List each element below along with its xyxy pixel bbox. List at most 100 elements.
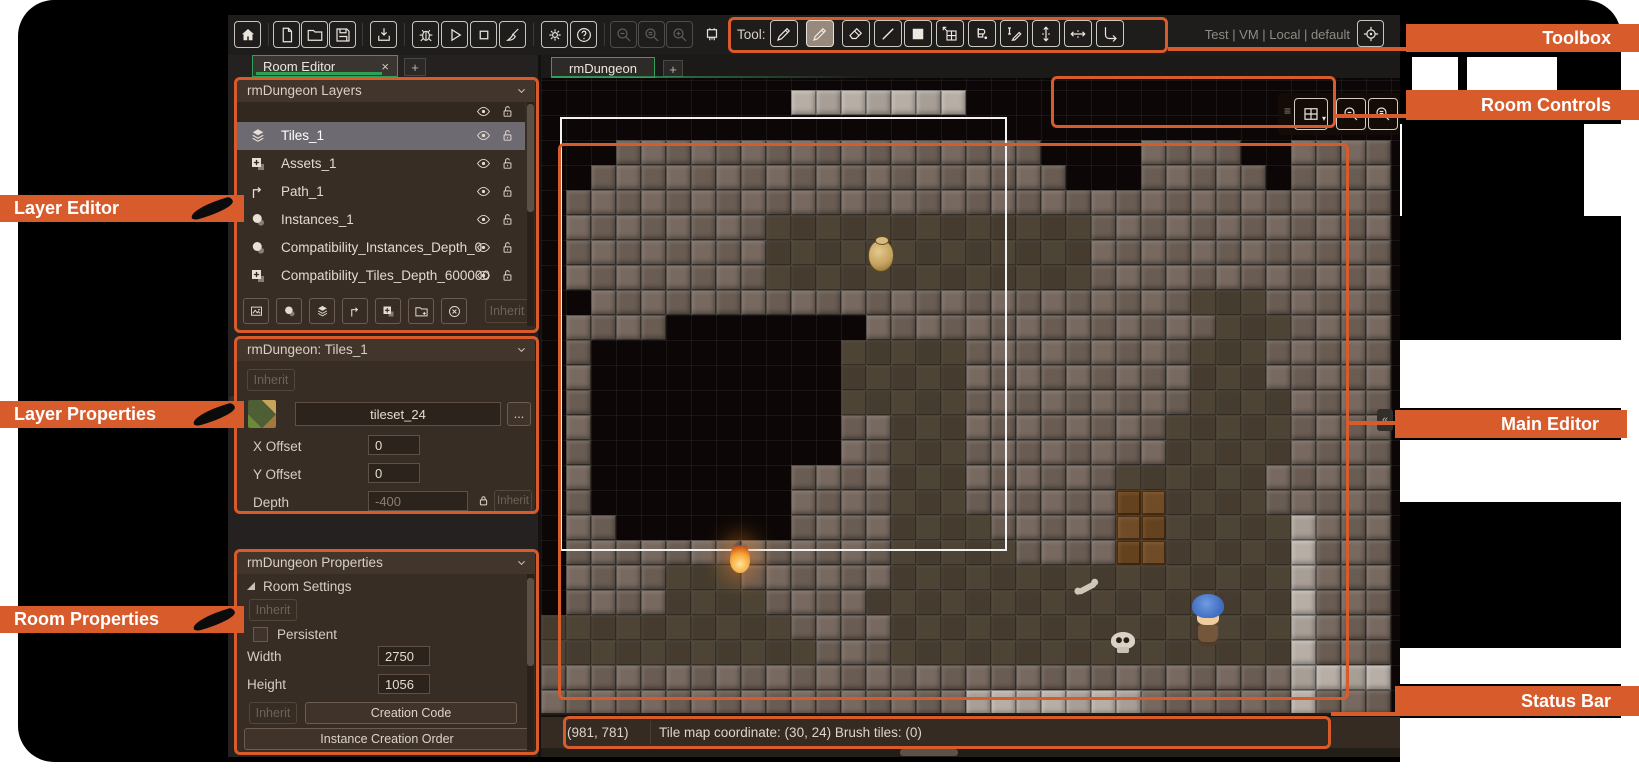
eye-icon[interactable] <box>476 240 491 255</box>
eye-icon[interactable] <box>476 268 491 283</box>
expand-triangle-icon[interactable] <box>247 582 255 590</box>
eye-icon[interactable] <box>476 128 491 143</box>
add-instance-layer-button[interactable] <box>276 298 302 324</box>
eye-icon[interactable] <box>476 184 491 199</box>
height-input[interactable]: 1056 <box>378 674 430 694</box>
grid-options-button[interactable]: ▾ <box>1294 98 1328 130</box>
rectangle-tool[interactable] <box>904 20 932 47</box>
target-manager-button[interactable] <box>1357 20 1384 47</box>
lock-open-icon[interactable] <box>500 184 515 199</box>
tile <box>741 690 766 713</box>
zoom-reset-button[interactable] <box>638 21 665 48</box>
layer-row-compat-tiles[interactable]: Compatibility_Tiles_Depth_600000 <box>237 262 525 290</box>
selection-pencil-tool[interactable] <box>770 20 798 47</box>
home-button[interactable] <box>234 21 261 48</box>
lock-open-icon[interactable] <box>500 156 515 171</box>
fill-tool[interactable] <box>968 20 996 47</box>
creation-code-button[interactable]: Creation Code <box>305 702 517 724</box>
lock-open-icon[interactable] <box>500 268 515 283</box>
tile <box>1116 665 1141 690</box>
lock-closed-icon[interactable] <box>476 493 491 508</box>
horizontal-scrollbar[interactable] <box>541 748 1400 757</box>
tile-stamp-tool[interactable] <box>936 20 964 47</box>
tile <box>1266 440 1291 465</box>
create-executable-button[interactable] <box>370 21 397 48</box>
tile <box>666 615 691 640</box>
new-workspace-tab-button[interactable]: + <box>404 58 426 76</box>
rotate-tool[interactable] <box>1096 20 1124 47</box>
clean-button[interactable] <box>499 21 526 48</box>
eraser-tool[interactable] <box>842 20 870 47</box>
open-project-button[interactable] <box>301 21 328 48</box>
layer-properties-header[interactable]: rmDungeon: Tiles_1 <box>237 339 535 361</box>
tab-room-editor[interactable]: Room Editor × <box>252 55 398 77</box>
layers-inherit-button[interactable]: Inherit <box>485 299 529 323</box>
layers-scrollbar[interactable] <box>527 102 534 326</box>
pencil-tool[interactable] <box>806 20 834 47</box>
y-offset-input[interactable]: 0 <box>368 463 420 483</box>
eye-icon[interactable] <box>476 156 491 171</box>
scrollbar-thumb[interactable] <box>900 749 958 756</box>
lock-open-icon[interactable] <box>500 212 515 227</box>
tileset-select[interactable]: tileset_24 <box>295 402 501 426</box>
tile <box>1216 115 1241 140</box>
tile <box>1191 490 1216 515</box>
help-button[interactable] <box>570 21 597 48</box>
edit-brush-tool[interactable] <box>1000 20 1028 47</box>
new-project-button[interactable] <box>273 21 300 48</box>
tile <box>1266 590 1291 615</box>
instance-creation-order-button[interactable]: Instance Creation Order <box>244 728 530 750</box>
device-manager-button[interactable] <box>698 21 725 48</box>
mirror-horizontal-tool[interactable] <box>1064 20 1092 47</box>
gear-icon <box>546 26 564 44</box>
tile <box>691 590 716 615</box>
room-canvas[interactable]: ≡ ▾ « <box>541 78 1400 713</box>
collapse-right-panel-handle[interactable]: « <box>1377 409 1393 431</box>
layer-inherit-button[interactable]: Inherit <box>247 369 295 391</box>
add-tile-layer-button[interactable] <box>309 298 335 324</box>
layers-panel-header[interactable]: rmDungeon Layers <box>237 80 535 102</box>
add-asset-layer-button[interactable] <box>375 298 401 324</box>
tab-rmdungeon[interactable]: rmDungeon <box>551 57 655 78</box>
eye-icon[interactable] <box>476 104 491 119</box>
layer-row-path-1[interactable]: Path_1 <box>237 178 525 206</box>
zoom-in-button[interactable] <box>666 21 693 48</box>
stop-button[interactable] <box>470 21 497 48</box>
lock-open-icon[interactable] <box>500 240 515 255</box>
delete-layer-button[interactable] <box>441 298 467 324</box>
creation-inherit-button[interactable]: Inherit <box>249 702 297 724</box>
mirror-vertical-tool[interactable] <box>1032 20 1060 47</box>
width-input[interactable]: 2750 <box>378 646 430 666</box>
layer-row-assets-1[interactable]: Assets_1 <box>237 150 525 178</box>
tile <box>1141 615 1166 640</box>
room-inherit-button[interactable]: Inherit <box>249 599 297 621</box>
settings-button[interactable] <box>541 21 568 48</box>
lock-open-icon[interactable] <box>500 128 515 143</box>
grip-icon[interactable]: ≡ <box>1284 104 1291 118</box>
add-path-layer-button[interactable] <box>342 298 368 324</box>
depth-input[interactable]: -400 <box>368 491 468 511</box>
new-room-tab-button[interactable]: + <box>663 60 683 77</box>
close-icon[interactable]: × <box>381 59 389 74</box>
debug-button[interactable] <box>412 21 439 48</box>
room-props-scrollbar[interactable] <box>527 574 534 750</box>
add-background-layer-button[interactable] <box>243 298 269 324</box>
tile <box>941 90 966 115</box>
depth-inherit-button[interactable]: Inherit <box>494 490 532 512</box>
layer-row-instances-1[interactable]: Instances_1 <box>237 206 525 234</box>
layer-row-root[interactable] <box>237 102 525 122</box>
lock-open-icon[interactable] <box>500 104 515 119</box>
add-layer-folder-button[interactable] <box>408 298 434 324</box>
run-button[interactable] <box>441 21 468 48</box>
eye-icon[interactable] <box>476 212 491 227</box>
line-tool[interactable] <box>874 20 902 47</box>
x-offset-input[interactable]: 0 <box>368 435 420 455</box>
room-properties-header[interactable]: rmDungeon Properties <box>237 552 535 574</box>
zoom-out-button[interactable] <box>610 21 637 48</box>
tileset-browse-button[interactable]: ... <box>507 402 531 426</box>
save-project-button[interactable] <box>329 21 356 48</box>
layer-row-tiles-1[interactable]: Tiles_1 <box>237 122 525 150</box>
grid-icon <box>1302 105 1320 123</box>
layer-row-compat-instances[interactable]: Compatibility_Instances_Depth_0 <box>237 234 525 262</box>
persistent-checkbox[interactable] <box>253 627 268 642</box>
